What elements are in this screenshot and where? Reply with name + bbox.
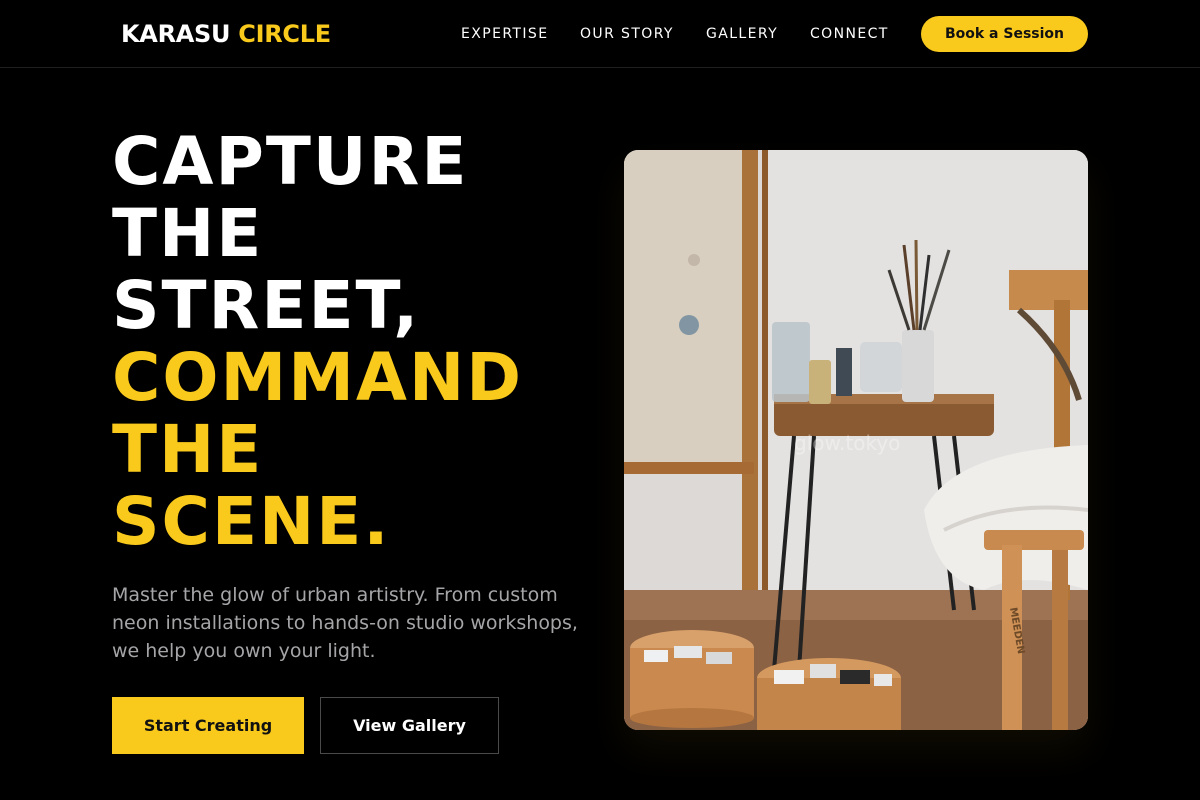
view-gallery-button[interactable]: View Gallery bbox=[320, 697, 499, 754]
hero-image: glow.tokyo MEEDEN bbox=[624, 150, 1088, 730]
nav-link-connect[interactable]: CONNECT bbox=[810, 25, 889, 43]
headline-line: THE bbox=[112, 195, 264, 272]
headline-line-accent: COMMAND bbox=[112, 339, 523, 416]
book-session-button[interactable]: Book a Session bbox=[921, 16, 1088, 52]
start-creating-button[interactable]: Start Creating bbox=[112, 697, 304, 754]
nav-link-our-story[interactable]: OUR STORY bbox=[580, 25, 674, 43]
hero-lead-text: Master the glow of urban artistry. From … bbox=[112, 584, 578, 662]
nav-link-expertise[interactable]: EXPERTISE bbox=[461, 25, 548, 43]
image-watermark: glow.tokyo bbox=[794, 431, 900, 455]
headline-line: STREET, bbox=[112, 267, 421, 344]
studio-photo: glow.tokyo MEEDEN bbox=[624, 150, 1088, 730]
hero-headline: CAPTURE THE STREET, COMMAND THE SCENE. bbox=[112, 126, 612, 558]
headline-line-accent: THE bbox=[112, 411, 264, 488]
site-header: KARASU CIRCLE EXPERTISE OUR STORY GALLER… bbox=[0, 0, 1200, 68]
headline-line-accent: SCENE. bbox=[112, 483, 391, 560]
nav-link-gallery[interactable]: GALLERY bbox=[706, 25, 778, 43]
headline-line: CAPTURE bbox=[112, 123, 469, 200]
